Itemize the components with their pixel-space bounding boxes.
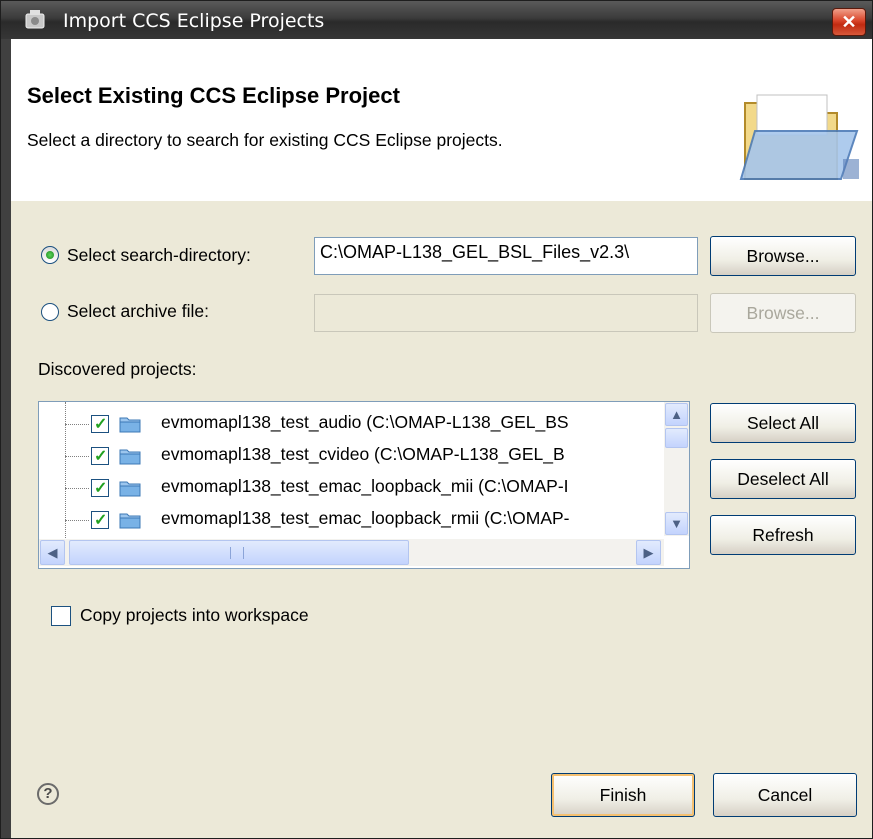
vertical-scrollbar[interactable]: ▲ ▼	[664, 402, 689, 536]
list-item[interactable]: ✓ evmomapl138_test_cvideo (C:\OMAP-L138_…	[39, 441, 659, 471]
list-item[interactable]: ✓ evmomapl138_test_emac_loopback_rmii (C…	[39, 505, 659, 535]
archive-file-input[interactable]	[314, 294, 698, 332]
page-title: Select Existing CCS Eclipse Project	[27, 83, 400, 108]
horizontal-scroll-thumb[interactable]	[69, 540, 409, 565]
archive-file-label: Select archive file:	[67, 301, 210, 321]
folder-wizard-icon	[739, 94, 859, 180]
project-list[interactable]: ✓ evmomapl138_test_audio (C:\OMAP-L138_G…	[38, 401, 690, 569]
check-icon: ✓	[94, 448, 108, 465]
project-checkbox[interactable]: ✓	[91, 511, 109, 529]
close-button[interactable]: ✕	[832, 8, 866, 36]
title-bar[interactable]: Import CCS Eclipse Projects ✕	[1, 1, 872, 39]
scroll-right-button[interactable]: ▶	[636, 540, 661, 565]
scroll-down-button[interactable]: ▼	[665, 512, 688, 535]
horizontal-scrollbar[interactable]: ◀ ▶	[39, 539, 664, 566]
copy-projects-label: Copy projects into workspace	[80, 605, 309, 625]
archive-file-radio[interactable]	[41, 303, 59, 321]
project-name: evmomapl138_test_cvideo (C:\OMAP-L138_GE…	[161, 444, 565, 464]
radio-selected-dot	[46, 251, 54, 259]
project-name: evmomapl138_test_audio (C:\OMAP-L138_GEL…	[161, 412, 569, 432]
search-directory-input[interactable]: C:\OMAP-L138_GEL_BSL_Files_v2.3\	[314, 237, 698, 275]
thumb-grip	[230, 547, 244, 559]
project-checkbox[interactable]: ✓	[91, 447, 109, 465]
project-folder-icon	[119, 449, 141, 465]
deselect-all-button[interactable]: Deselect All	[710, 459, 856, 499]
check-icon: ✓	[94, 480, 108, 497]
check-icon: ✓	[94, 416, 108, 433]
page-description: Select a directory to search for existin…	[27, 130, 503, 150]
refresh-button[interactable]: Refresh	[710, 515, 856, 555]
project-name: evmomapl138_test_emac_loopback_rmii (C:\…	[161, 508, 570, 528]
project-folder-icon	[119, 513, 141, 529]
list-item[interactable]: ✓ evmomapl138_test_audio (C:\OMAP-L138_G…	[39, 409, 659, 439]
list-item[interactable]: ✓ evmomapl138_test_emac_loopback_mii (C:…	[39, 473, 659, 503]
scroll-up-button[interactable]: ▲	[665, 403, 688, 426]
browse-directory-button[interactable]: Browse...	[710, 236, 856, 276]
eclipse-import-icon	[25, 10, 45, 29]
project-folder-icon	[119, 481, 141, 497]
import-dialog: Import CCS Eclipse Projects ✕ Select Exi…	[0, 0, 873, 839]
project-checkbox[interactable]: ✓	[91, 479, 109, 497]
project-name: evmomapl138_test_emac_loopback_mii (C:\O…	[161, 476, 569, 496]
scroll-left-button[interactable]: ◀	[40, 540, 65, 565]
browse-archive-button[interactable]: Browse...	[710, 293, 856, 333]
search-directory-radio[interactable]	[41, 246, 59, 264]
check-icon: ✓	[94, 512, 108, 529]
search-directory-label: Select search-directory:	[67, 245, 251, 265]
window-title: Import CCS Eclipse Projects	[63, 10, 325, 32]
finish-button[interactable]: Finish	[551, 773, 695, 817]
select-all-button[interactable]: Select All	[710, 403, 856, 443]
discovered-projects-label: Discovered projects:	[38, 359, 197, 379]
window-border-left	[1, 39, 11, 838]
copy-projects-checkbox[interactable]	[51, 606, 71, 626]
project-folder-icon	[119, 417, 141, 433]
cancel-button[interactable]: Cancel	[713, 773, 857, 817]
project-checkbox[interactable]: ✓	[91, 415, 109, 433]
vertical-scroll-thumb[interactable]	[665, 428, 688, 448]
help-icon[interactable]: ?	[37, 783, 59, 805]
wizard-header: Select Existing CCS Eclipse Project Sele…	[11, 39, 872, 202]
